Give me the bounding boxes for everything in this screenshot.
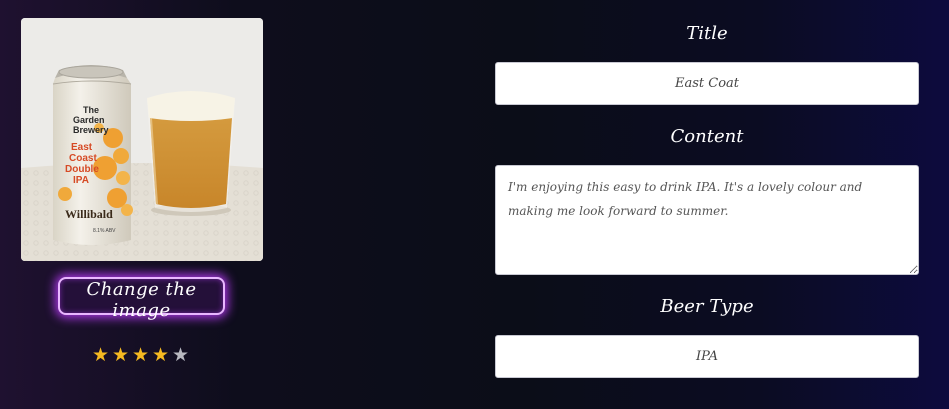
can-collab: Willibald <box>65 207 113 221</box>
can-beer-2: Coast <box>69 153 97 164</box>
rating-stars: ★ ★ ★ ★ ★ <box>92 346 191 365</box>
beer-can: The Garden Brewery East Coast Double IPA… <box>52 65 133 245</box>
can-brand-3: Brewery <box>73 125 109 135</box>
beer-photo: The Garden Brewery East Coast Double IPA… <box>21 18 263 261</box>
star-icon[interactable]: ★ <box>172 346 191 365</box>
content-textarea[interactable]: I'm enjoying this easy to drink IPA. It'… <box>495 165 919 275</box>
beer-type-input[interactable] <box>495 335 919 378</box>
content-label: Content <box>670 126 744 147</box>
change-image-button[interactable]: Change the image <box>58 277 225 321</box>
can-brand-2: Garden <box>73 115 105 125</box>
star-icon[interactable]: ★ <box>152 346 171 365</box>
can-beer-3: Double <box>65 164 99 175</box>
can-abv: 8.1% ABV <box>93 228 116 234</box>
beer-type-label: Beer Type <box>660 296 754 317</box>
title-label: Title <box>686 23 728 44</box>
star-icon[interactable]: ★ <box>132 346 151 365</box>
can-beer-4: IPA <box>73 175 89 186</box>
can-brand-1: The <box>83 105 99 115</box>
title-input[interactable] <box>495 62 919 105</box>
can-beer-1: East <box>71 142 93 153</box>
star-icon[interactable]: ★ <box>92 346 111 365</box>
beer-photo-illustration: The Garden Brewery East Coast Double IPA… <box>21 18 263 261</box>
star-icon[interactable]: ★ <box>112 346 131 365</box>
